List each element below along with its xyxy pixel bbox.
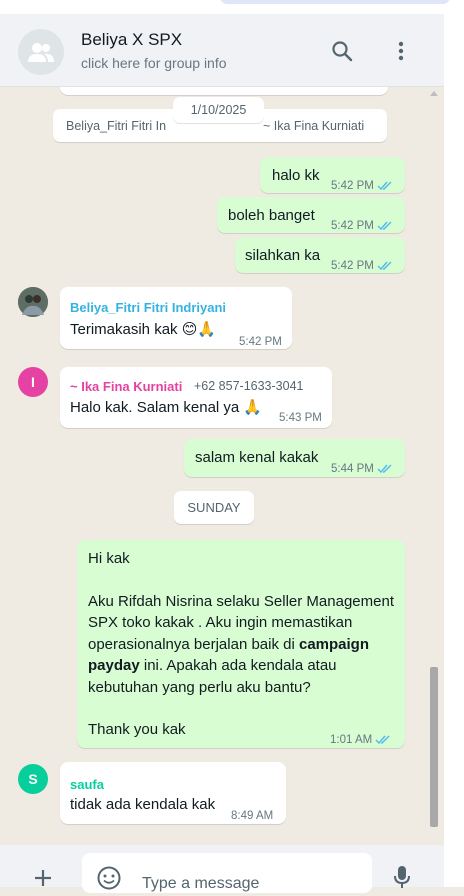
sender-name[interactable]: ~ Ika Fina Kurniati [70, 376, 182, 397]
message-incoming[interactable]: saufa tidak ada kendala kak 8:49 AM [60, 762, 286, 824]
chat-scrollbar[interactable] [428, 87, 442, 845]
sender-name[interactable]: Beliya_Fitri Fitri Indriyani [70, 297, 226, 318]
message-outgoing[interactable]: salam kenal kakak 5:44 PM [184, 439, 405, 477]
message-text: Hi kak Aku Rifdah Nisrina selaku Seller … [88, 548, 400, 741]
message-time: 5:42 PM [331, 220, 374, 232]
plus-icon[interactable] [32, 867, 54, 894]
date-pill: 1/10/2025 [173, 97, 264, 123]
user-avatar-saufa[interactable]: S [18, 764, 48, 794]
double-check-icon [377, 464, 392, 474]
message-outgoing[interactable]: halo kk 5:42 PM [260, 157, 405, 193]
message-time: 5:44 PM [331, 463, 374, 475]
menu-icon[interactable] [388, 38, 414, 64]
date-separator: SUNDAY [174, 491, 254, 524]
double-check-icon [377, 181, 392, 191]
sender-name[interactable]: saufa [70, 774, 104, 795]
sender-phone: +62 857-1633-3041 [194, 379, 304, 393]
message-text: Halo kak. Salam kenal ya 🙏 [70, 399, 263, 416]
scroll-up-arrow-icon[interactable] [430, 91, 438, 96]
group-avatar[interactable] [18, 29, 64, 75]
group-info-link[interactable]: click here for group info [81, 55, 227, 71]
message-outgoing[interactable]: silahkan ka 5:42 PM [235, 237, 405, 273]
partial-message [60, 87, 388, 95]
search-icon[interactable] [329, 38, 355, 64]
user-avatar-beliya[interactable] [18, 287, 48, 317]
message-text: silahkan ka [245, 247, 321, 264]
message-input[interactable]: Type a message [82, 853, 372, 893]
message-text: Terimakasih kak 😊🙏 [70, 321, 217, 338]
message-time: 5:43 PM [279, 412, 322, 424]
message-time: 8:49 AM [231, 810, 274, 822]
chat-header[interactable]: Beliya X SPX click here for group info [0, 14, 444, 87]
group-icon [28, 43, 54, 62]
emoji-icon[interactable] [96, 865, 122, 896]
message-text: halo kk [272, 167, 320, 184]
message-text: boleh banget [228, 207, 315, 224]
photo-avatar-icon [18, 287, 48, 317]
message-list[interactable]: Beliya_Fitri Fitri In ~ Ika Fina Kurniat… [0, 87, 444, 845]
user-avatar-ika[interactable]: I [18, 367, 48, 397]
message-time: 5:42 PM [239, 336, 282, 348]
message-time: 5:42 PM [331, 180, 374, 192]
message-time: 1:01 AM [330, 734, 373, 746]
message-text: salam kenal kakak [195, 449, 319, 466]
page-edge [444, 14, 464, 887]
composer-bar: Type a message [0, 845, 444, 893]
double-check-icon [375, 735, 390, 745]
message-line: Hi kak [88, 550, 130, 567]
message-incoming[interactable]: ~ Ika Fina Kurniati +62 857-1633-3041 Ha… [60, 367, 332, 428]
double-check-icon [377, 261, 392, 271]
microphone-icon[interactable] [392, 865, 412, 894]
message-outgoing[interactable]: Hi kak Aku Rifdah Nisrina selaku Seller … [77, 540, 405, 748]
scrollbar-thumb[interactable] [430, 667, 438, 827]
system-message-text: Beliya_Fitri Fitri In [66, 119, 167, 133]
message-outgoing[interactable]: boleh banget 5:42 PM [217, 197, 405, 233]
message-time: 5:42 PM [331, 260, 374, 272]
message-incoming[interactable]: Beliya_Fitri Fitri Indriyani Terimakasih… [60, 287, 292, 349]
message-placeholder: Type a message [142, 875, 260, 892]
double-check-icon [377, 221, 392, 231]
system-message-text-tail: ~ Ika Fina Kurniati [263, 119, 365, 133]
browser-top-strip [0, 0, 464, 14]
message-text: tidak ada kendala kak [70, 796, 216, 813]
browser-tab-pill [220, 0, 450, 4]
chat-title[interactable]: Beliya X SPX [81, 30, 182, 50]
